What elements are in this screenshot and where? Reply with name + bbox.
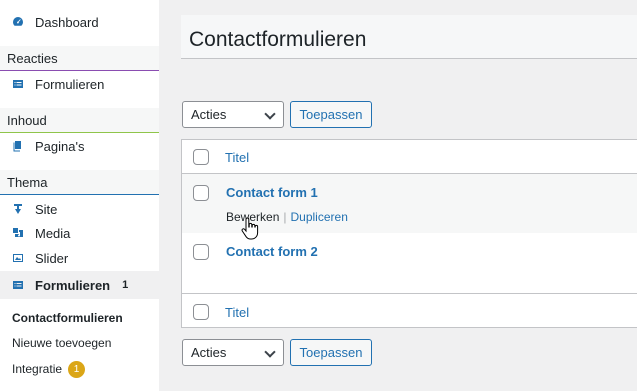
submenu-label: Nieuwe toevoegen xyxy=(12,336,112,350)
sidebar-section-reacties: Reacties xyxy=(0,46,159,70)
button-label: Toepassen xyxy=(299,107,363,122)
sidebar-item-media[interactable]: Media xyxy=(0,221,159,245)
row-title-link[interactable]: Contact form 2 xyxy=(226,244,318,259)
bulk-actions-select-top[interactable]: Acties xyxy=(182,101,284,128)
apply-button-bottom[interactable]: Toepassen xyxy=(290,339,372,366)
submenu-label: Contactformulieren xyxy=(12,311,123,325)
row-checkbox[interactable] xyxy=(193,244,209,260)
select-value: Acties xyxy=(191,107,227,122)
form-icon xyxy=(12,78,24,90)
column-header-title[interactable]: Titel xyxy=(225,150,249,165)
duplicate-link[interactable]: Dupliceren xyxy=(291,210,348,224)
sidebar-item-site[interactable]: Site xyxy=(0,197,159,221)
sidebar-section-label: Thema xyxy=(7,174,48,190)
hand-pointer-icon xyxy=(241,217,259,240)
media-icon xyxy=(12,227,24,239)
page-title: Contactformulieren xyxy=(189,28,367,51)
admin-sidebar: Dashboard Reacties Formulieren Inhoud Pa… xyxy=(0,0,159,391)
sidebar-item-formulieren-active[interactable]: Formulieren 1 xyxy=(0,271,159,299)
dashboard-icon xyxy=(12,16,24,28)
table-footer-row: Titel xyxy=(182,293,637,328)
apply-button-top[interactable]: Toepassen xyxy=(290,101,372,128)
submenu-nieuwe-toevoegen[interactable]: Nieuwe toevoegen xyxy=(0,332,159,354)
select-all-checkbox-footer[interactable] xyxy=(193,304,209,320)
pages-icon xyxy=(12,140,24,152)
sidebar-item-label: Pagina's xyxy=(35,138,85,154)
row-checkbox[interactable] xyxy=(193,185,209,201)
row-action-separator: | xyxy=(283,210,287,224)
table-header-row: Titel xyxy=(182,140,637,174)
sidebar-item-label: Dashboard xyxy=(35,14,99,30)
sidebar-item-label: Slider xyxy=(35,250,69,266)
button-label: Toepassen xyxy=(299,345,363,360)
count-badge: 1 xyxy=(122,279,129,291)
sidebar-section-label: Reacties xyxy=(7,50,58,66)
submenu-contactformulieren[interactable]: Contactformulieren xyxy=(0,307,159,329)
chevron-down-icon xyxy=(264,108,276,120)
sidebar-item-label: Formulieren xyxy=(35,277,111,293)
sidebar-item-dashboard[interactable]: Dashboard xyxy=(0,10,159,34)
form-icon xyxy=(12,279,24,291)
sidebar-section-thema: Thema xyxy=(0,170,159,194)
sidebar-item-formulieren[interactable]: Formulieren xyxy=(0,72,159,96)
sidebar-item-label: Site xyxy=(35,201,58,217)
section-divider xyxy=(0,132,159,133)
column-footer-title[interactable]: Titel xyxy=(225,305,249,320)
submenu-integratie[interactable]: Integratie 1 xyxy=(0,358,159,380)
sidebar-item-label: Media xyxy=(35,225,71,241)
sidebar-item-paginas[interactable]: Pagina's xyxy=(0,134,159,158)
sidebar-item-label: Formulieren xyxy=(35,76,105,92)
active-menu-arrow xyxy=(151,278,159,292)
section-divider xyxy=(0,194,159,195)
site-icon xyxy=(12,203,24,215)
select-value: Acties xyxy=(191,345,227,360)
chevron-down-icon xyxy=(264,346,276,358)
slider-icon xyxy=(12,252,24,264)
bulk-actions-select-bottom[interactable]: Acties xyxy=(182,339,284,366)
section-divider xyxy=(0,70,159,71)
table-row: Contact form 2 xyxy=(182,233,637,292)
page-header: Contactformulieren xyxy=(181,15,637,59)
row-title-link[interactable]: Contact form 1 xyxy=(226,185,318,200)
sidebar-item-slider[interactable]: Slider xyxy=(0,246,159,270)
sidebar-section-inhoud: Inhoud xyxy=(0,108,159,132)
sidebar-section-label: Inhoud xyxy=(7,112,47,128)
submenu-label: Integratie xyxy=(12,362,63,376)
select-all-checkbox[interactable] xyxy=(193,149,209,165)
update-badge: 1 xyxy=(68,360,86,378)
